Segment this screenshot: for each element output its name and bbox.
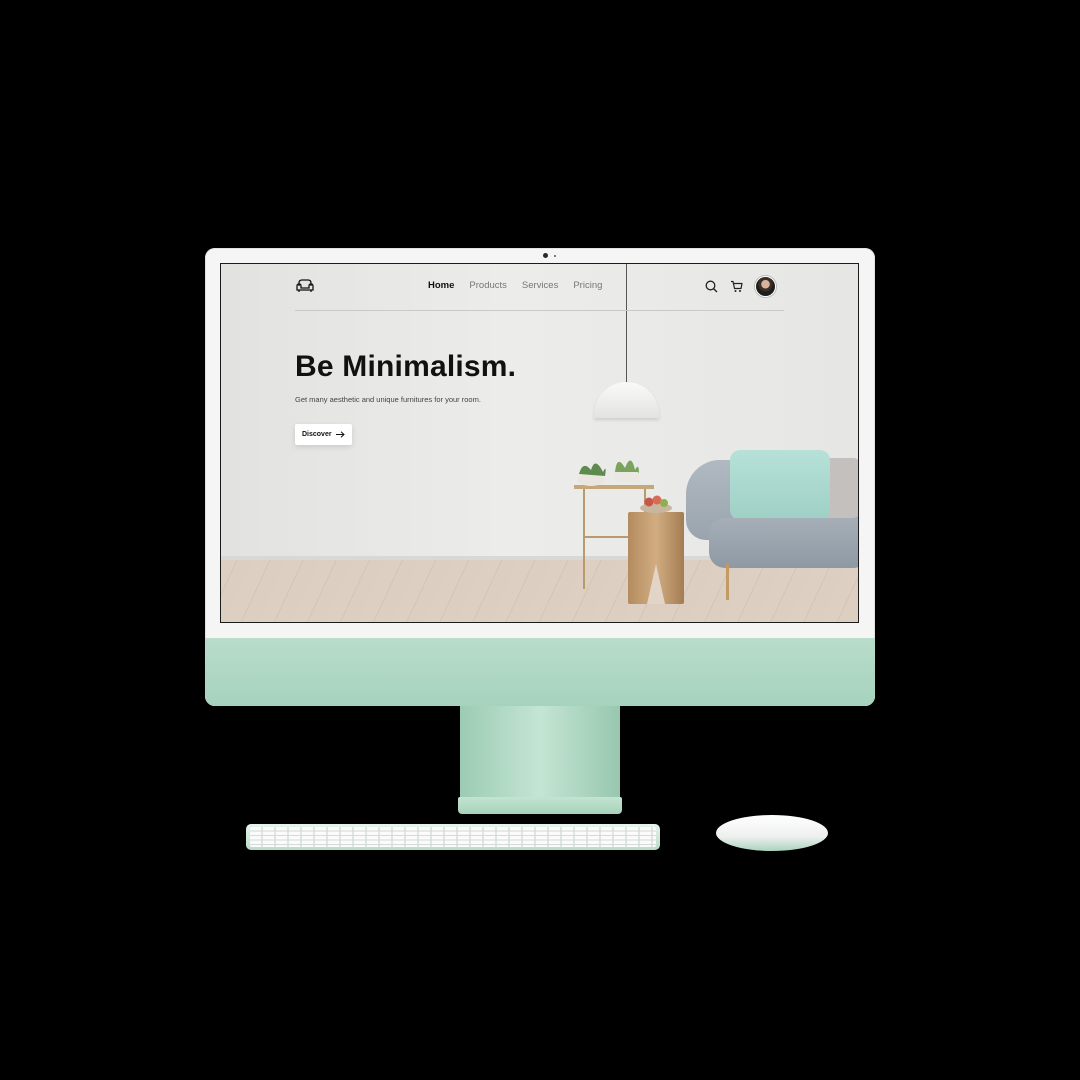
monitor-stand-base [458, 797, 622, 814]
monitor-stand [460, 706, 620, 800]
nav-link-home[interactable]: Home [428, 280, 454, 291]
mouse [716, 815, 828, 851]
side-table-leg [583, 489, 585, 589]
search-icon[interactable] [705, 280, 718, 293]
mint-pillow-image [730, 450, 830, 520]
nav-link-services[interactable]: Services [522, 280, 558, 291]
sofa-seat [709, 518, 858, 568]
screen: Home Products Services Pricing Be Minima… [220, 263, 859, 623]
fruit-bowl-image [640, 495, 672, 513]
avatar[interactable] [755, 276, 776, 297]
discover-button-label: Discover [302, 431, 332, 438]
nav-actions [705, 276, 776, 297]
top-navigation: Home Products Services Pricing [295, 276, 784, 298]
nav-link-products[interactable]: Products [469, 280, 507, 291]
arrow-right-icon [335, 431, 345, 438]
monitor-chin [205, 638, 875, 706]
armchair-icon[interactable] [295, 278, 315, 294]
keyboard-keys [250, 827, 656, 847]
camera-indicator [554, 254, 556, 257]
discover-button[interactable]: Discover [295, 424, 352, 445]
nav-divider [295, 310, 784, 311]
cart-icon[interactable] [730, 280, 743, 293]
sofa-leg [726, 564, 729, 600]
main-menu: Home Products Services Pricing [428, 280, 602, 291]
hero-title: Be Minimalism. [295, 350, 517, 383]
hero-background-floor [221, 560, 858, 622]
hero-subtitle: Get many aesthetic and unique furnitures… [295, 395, 481, 404]
camera-icon [543, 253, 548, 258]
plant-image [578, 460, 639, 486]
monitor: Home Products Services Pricing Be Minima… [205, 248, 875, 706]
monitor-top-bezel [205, 248, 875, 264]
nav-link-pricing[interactable]: Pricing [573, 280, 602, 291]
keyboard [246, 824, 660, 850]
